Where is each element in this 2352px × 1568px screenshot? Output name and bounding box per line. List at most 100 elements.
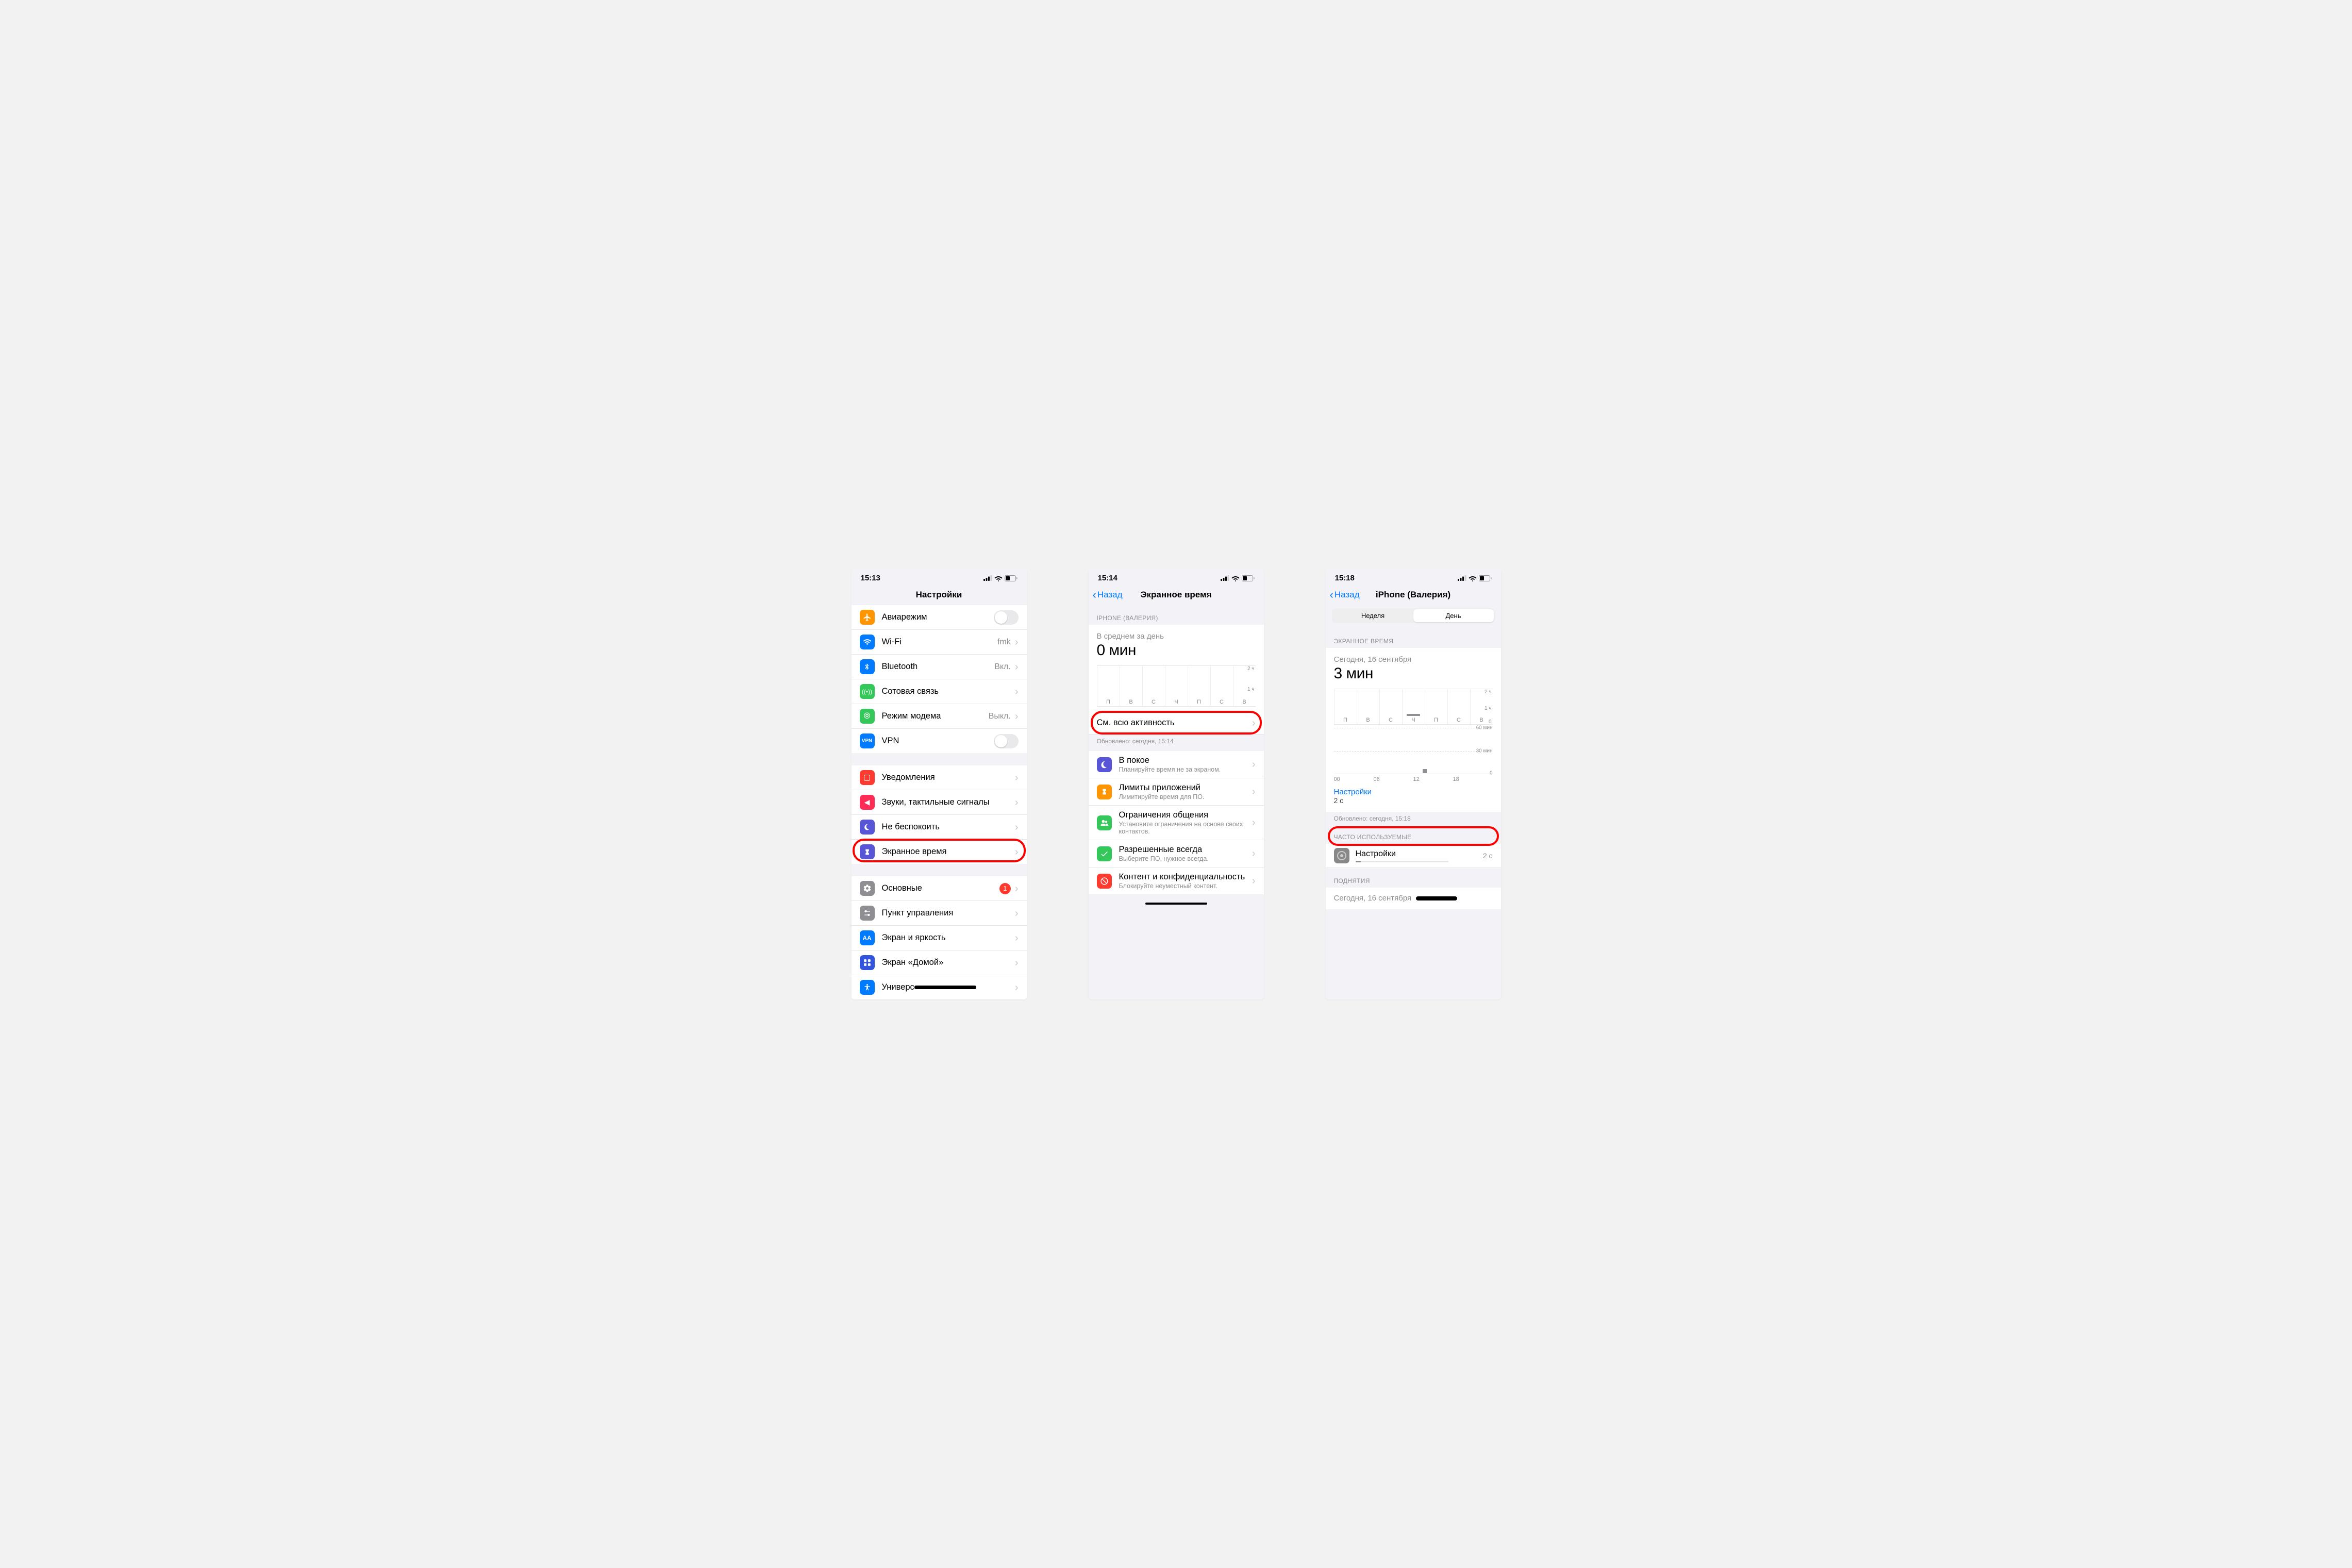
settings-row-сотовая-связь[interactable]: ((•))Сотовая связь› — [852, 679, 1027, 704]
gear-icon — [860, 881, 875, 896]
y-tick: 0 — [1489, 719, 1492, 725]
freq-app-label: Настройки — [1356, 849, 1483, 859]
row-label: Не беспокоить — [882, 822, 1015, 832]
settings-row-экранное-время[interactable]: Экранное время› — [852, 840, 1027, 864]
segment-week[interactable]: Неделя — [1333, 609, 1413, 622]
row-label: Wi-Fi — [882, 637, 998, 647]
settings-row-звуки,-тактильные-сигналы[interactable]: ◀Звуки, тактильные сигналы› — [852, 790, 1027, 815]
people-icon — [1097, 815, 1112, 830]
toggle-switch[interactable] — [994, 610, 1019, 625]
day-label: С — [1210, 666, 1233, 706]
settings-row-лимиты-приложений[interactable]: Лимиты приложенийЛимитируйте время для П… — [1089, 778, 1264, 806]
vpn-icon: VPN — [860, 733, 875, 748]
bell-icon — [860, 770, 875, 785]
updated-footer: Обновлено: сегодня, 15:14 — [1089, 735, 1264, 747]
row-value: fmk — [997, 638, 1011, 647]
row-value: Выкл. — [989, 712, 1011, 721]
settings-app-icon — [1334, 848, 1349, 863]
y-tick: 2 ч — [1484, 689, 1492, 695]
settings-row-экран-и-яркость[interactable]: AAЭкран и яркость› — [852, 926, 1027, 950]
settings-row-основные[interactable]: Основные1› — [852, 876, 1027, 901]
back-button[interactable]: ‹ Назад — [1330, 589, 1360, 600]
y-tick: 30 мин — [1476, 748, 1493, 754]
row-label: Сотовая связь — [882, 687, 1015, 696]
row-label: Лимиты приложений — [1119, 783, 1252, 793]
row-sublabel: Планируйте время не за экраном. — [1119, 766, 1252, 773]
see-all-activity-row[interactable]: См. всю активность › — [1089, 712, 1264, 735]
wifi-icon — [994, 575, 1003, 581]
chevron-right-icon: › — [1015, 847, 1019, 857]
chevron-right-icon: › — [1015, 958, 1019, 968]
toggle-switch[interactable] — [994, 734, 1019, 748]
pickups-date: Сегодня, 16 сентября — [1334, 894, 1412, 903]
y-tick: 60 мин — [1476, 725, 1493, 731]
week-day-segment[interactable]: Неделя День — [1332, 608, 1495, 623]
chevron-right-icon: › — [1252, 876, 1256, 886]
moon-icon — [860, 820, 875, 835]
status-bar: 15:13 — [852, 569, 1027, 586]
status-time: 15:18 — [1335, 574, 1355, 582]
block-icon — [1097, 874, 1112, 889]
chevron-right-icon: › — [1015, 982, 1019, 993]
check-icon — [1097, 846, 1112, 861]
settings-row-пункт-управления[interactable]: Пункт управления› — [852, 901, 1027, 926]
settings-row-разрешенные-всегда[interactable]: Разрешенные всегдаВыберите ПО, нужное вс… — [1089, 840, 1264, 868]
segment-day[interactable]: День — [1413, 609, 1494, 622]
settings-row-в-покое[interactable]: В покоеПланируйте время не за экраном.› — [1089, 751, 1264, 778]
row-label: Контент и конфиденциальность — [1119, 872, 1252, 882]
chevron-right-icon: › — [1015, 933, 1019, 943]
screentime-features: В покоеПланируйте время не за экраном.›Л… — [1089, 751, 1264, 894]
section-header-screentime: ЭКРАННОЕ ВРЕМЯ — [1326, 628, 1501, 648]
status-bar: 15:14 — [1089, 569, 1264, 586]
row-label: Экранное время — [882, 847, 1015, 857]
chevron-left-icon: ‹ — [1330, 589, 1333, 600]
back-label: Назад — [1335, 590, 1360, 600]
day-label: С — [1447, 689, 1470, 724]
nav-bar: ‹ Назад Экранное время — [1089, 586, 1264, 605]
row-label: Экран и яркость — [882, 933, 1015, 943]
signal-icon — [1458, 575, 1466, 581]
settings-row-авиарежим[interactable]: Авиарежим — [852, 605, 1027, 630]
app-link[interactable]: Настройки — [1334, 788, 1493, 796]
wifi-icon — [1469, 575, 1477, 581]
settings-row-bluetooth[interactable]: BluetoothВкл.› — [852, 655, 1027, 679]
row-label: В покое — [1119, 756, 1252, 765]
status-icons — [1221, 575, 1255, 581]
chevron-right-icon: › — [1015, 883, 1019, 894]
battery-icon — [1242, 575, 1255, 581]
status-bar: 15:18 — [1326, 569, 1501, 586]
settings-row-ограничения-общения[interactable]: Ограничения общенияУстановите ограничени… — [1089, 806, 1264, 840]
hour-label: 00 — [1334, 776, 1374, 782]
badge: 1 — [999, 883, 1011, 894]
day-label: П — [1334, 689, 1357, 724]
usage-bar — [1407, 714, 1420, 716]
section-header-freq: ЧАСТО ИСПОЛЬЗУЕМЫЕ — [1326, 824, 1501, 844]
settings-row-экран-«домой»[interactable]: Экран «Домой»› — [852, 950, 1027, 975]
airplane-icon — [860, 610, 875, 625]
phone-activity: 15:18 ‹ Назад iPhone (Валерия) Неделя Де… — [1326, 569, 1501, 999]
grid-icon — [860, 955, 875, 970]
back-button[interactable]: ‹ Назад — [1093, 589, 1123, 600]
freq-app-row[interactable]: Настройки 2 с — [1326, 844, 1501, 868]
settings-row-контент-и-конфиденциальность[interactable]: Контент и конфиденциальностьБлокируйте н… — [1089, 868, 1264, 894]
phone-screentime: 15:14 ‹ Назад Экранное время IPHONE (ВАЛ… — [1089, 569, 1264, 999]
chevron-right-icon: › — [1252, 787, 1256, 797]
settings-row-уведомления[interactable]: Уведомления› — [852, 765, 1027, 790]
settings-row-wi-fi[interactable]: Wi-Fifmk› — [852, 630, 1027, 655]
chevron-right-icon: › — [1252, 848, 1256, 859]
signal-icon — [1221, 575, 1229, 581]
settings-row-не-беспокоить[interactable]: Не беспокоить› — [852, 815, 1027, 840]
chevron-right-icon: › — [1015, 711, 1019, 722]
settings-row-vpn[interactable]: VPNVPN — [852, 729, 1027, 753]
home-indicator[interactable] — [1145, 903, 1207, 905]
day-label: С — [1379, 689, 1402, 724]
average-value: 0 мин — [1097, 642, 1256, 659]
section-header-device: IPHONE (ВАЛЕРИЯ) — [1089, 605, 1264, 625]
chevron-right-icon: › — [1252, 718, 1256, 728]
row-label: Разрешенные всегда — [1119, 845, 1252, 855]
day-label: П — [1188, 666, 1210, 706]
hourglass-icon — [860, 844, 875, 859]
settings-row-режим-модема[interactable]: ⦾Режим модемаВыкл.› — [852, 704, 1027, 729]
usage-bar — [1423, 769, 1427, 773]
settings-row-универсальный-доступ[interactable]: Универс› — [852, 975, 1027, 999]
